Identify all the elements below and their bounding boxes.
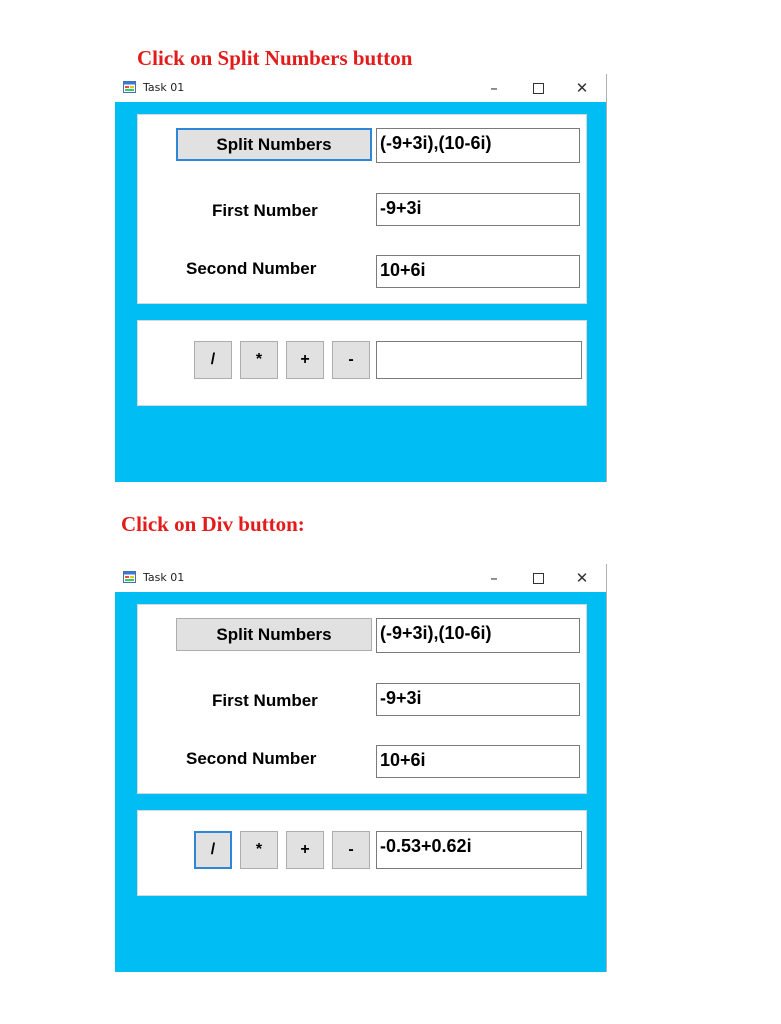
task-window-split: Task 01 – ✕ Split Numbers (-9+3i),(10-6i…	[115, 74, 607, 482]
first-number-input[interactable]: -9+3i	[376, 683, 580, 716]
form-client-area: Split Numbers (-9+3i),(10-6i) First Numb…	[115, 102, 606, 482]
title-bar[interactable]: Task 01 – ✕	[115, 74, 606, 102]
add-button[interactable]: +	[286, 341, 324, 379]
form-client-area: Split Numbers (-9+3i),(10-6i) First Numb…	[115, 592, 606, 972]
app-form-icon	[123, 571, 136, 583]
title-bar[interactable]: Task 01 – ✕	[115, 564, 606, 592]
split-numbers-button[interactable]: Split Numbers	[176, 128, 372, 161]
sub-button[interactable]: -	[332, 341, 370, 379]
window-title: Task 01	[143, 81, 185, 94]
task-window-div: Task 01 – ✕ Split Numbers (-9+3i),(10-6i…	[115, 564, 607, 972]
window-title: Task 01	[143, 571, 185, 584]
minimize-icon[interactable]: –	[474, 76, 514, 100]
input-group-panel: Split Numbers (-9+3i),(10-6i) First Numb…	[137, 114, 587, 304]
mul-button[interactable]: *	[240, 341, 278, 379]
second-number-input[interactable]: 10+6i	[376, 745, 580, 778]
combined-numbers-input[interactable]: (-9+3i),(10-6i)	[376, 128, 580, 163]
combined-numbers-input[interactable]: (-9+3i),(10-6i)	[376, 618, 580, 653]
result-output[interactable]	[376, 341, 582, 379]
operations-group-panel: / * + -	[137, 320, 587, 406]
mul-button[interactable]: *	[240, 831, 278, 869]
second-number-label: Second Number	[186, 749, 317, 768]
maximize-icon[interactable]	[518, 566, 558, 590]
split-numbers-button[interactable]: Split Numbers	[176, 618, 372, 651]
result-output[interactable]: -0.53+0.62i	[376, 831, 582, 869]
input-group-panel: Split Numbers (-9+3i),(10-6i) First Numb…	[137, 604, 587, 794]
div-button[interactable]: /	[194, 831, 232, 869]
sub-button[interactable]: -	[332, 831, 370, 869]
second-number-label: Second Number	[186, 259, 317, 278]
first-number-input[interactable]: -9+3i	[376, 193, 580, 226]
operations-group-panel: / * + - -0.53+0.62i	[137, 810, 587, 896]
instruction-caption-div: Click on Div button:	[121, 512, 305, 536]
add-button[interactable]: +	[286, 831, 324, 869]
app-form-icon	[123, 81, 136, 93]
maximize-icon[interactable]	[518, 76, 558, 100]
first-number-label: First Number	[212, 201, 318, 220]
close-icon[interactable]: ✕	[562, 76, 602, 100]
first-number-label: First Number	[212, 691, 318, 710]
minimize-icon[interactable]: –	[474, 566, 514, 590]
div-button[interactable]: /	[194, 341, 232, 379]
second-number-input[interactable]: 10+6i	[376, 255, 580, 288]
instruction-caption-split: Click on Split Numbers button	[137, 46, 413, 70]
close-icon[interactable]: ✕	[562, 566, 602, 590]
